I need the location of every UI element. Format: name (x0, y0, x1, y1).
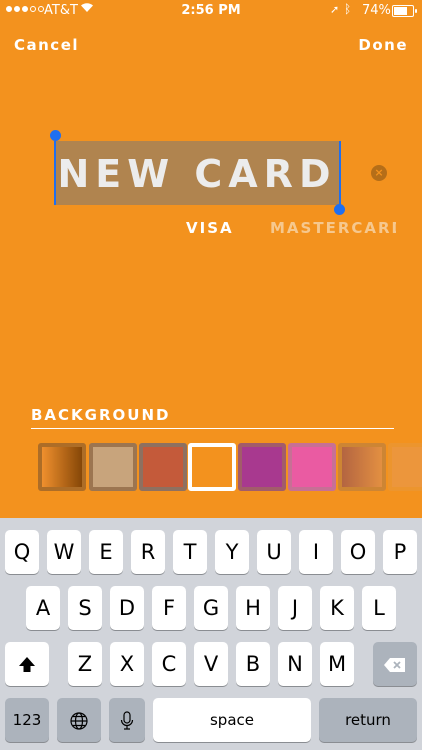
background-section-label: BACKGROUND (31, 406, 171, 424)
key-x[interactable]: X (110, 642, 144, 686)
swatch-7[interactable] (338, 443, 386, 491)
key-l[interactable]: L (362, 586, 396, 630)
done-button[interactable]: Done (358, 36, 408, 54)
card-title-field[interactable]: NEW CARD (55, 141, 339, 205)
key-z[interactable]: Z (68, 642, 102, 686)
status-bar: AT&T 2:56 PM ➚ ᛒ 74% (0, 0, 422, 22)
globe-icon (70, 712, 88, 730)
selection-end-handle[interactable] (334, 204, 345, 215)
brand-option-mastercard[interactable]: MASTERCARD (270, 219, 396, 237)
key-d[interactable]: D (110, 586, 144, 630)
key-j[interactable]: J (278, 586, 312, 630)
battery-icon (392, 5, 417, 17)
swatch-2[interactable] (89, 443, 137, 491)
swatch-3[interactable] (139, 443, 187, 491)
swatch-6[interactable] (288, 443, 336, 491)
section-divider (31, 428, 394, 429)
background-swatch-list (0, 443, 422, 491)
key-v[interactable]: V (194, 642, 228, 686)
clear-text-icon[interactable]: × (371, 165, 387, 181)
swatch-1[interactable] (38, 443, 86, 491)
bluetooth-icon: ᛒ (344, 2, 352, 16)
key-i[interactable]: I (299, 530, 333, 574)
swatch-4-selected[interactable] (188, 443, 236, 491)
status-time: 2:56 PM (181, 3, 241, 18)
key-t[interactable]: T (173, 530, 207, 574)
key-g[interactable]: G (194, 586, 228, 630)
shift-key[interactable] (5, 642, 49, 686)
key-k[interactable]: K (320, 586, 354, 630)
swatch-8[interactable] (388, 443, 422, 491)
return-key[interactable]: return (319, 698, 417, 742)
key-f[interactable]: F (152, 586, 186, 630)
globe-key[interactable] (57, 698, 101, 742)
key-h[interactable]: H (236, 586, 270, 630)
selection-end-caret (339, 141, 341, 209)
key-p[interactable]: P (383, 530, 417, 574)
key-w[interactable]: W (47, 530, 81, 574)
battery-percent: 74% (362, 3, 391, 18)
keyboard: Q W E R T Y U I O P A S D F G H J K L Z … (0, 518, 422, 750)
key-e[interactable]: E (89, 530, 123, 574)
key-n[interactable]: N (278, 642, 312, 686)
shift-icon (19, 657, 35, 672)
cancel-button[interactable]: Cancel (14, 36, 79, 54)
card-editor: AT&T 2:56 PM ➚ ᛒ 74% Cancel Done NEW CAR… (0, 0, 422, 518)
key-o[interactable]: O (341, 530, 375, 574)
key-b[interactable]: B (236, 642, 270, 686)
key-c[interactable]: C (152, 642, 186, 686)
key-q[interactable]: Q (5, 530, 39, 574)
key-s[interactable]: S (68, 586, 102, 630)
selection-start-handle[interactable] (50, 130, 61, 141)
key-r[interactable]: R (131, 530, 165, 574)
key-m[interactable]: M (320, 642, 354, 686)
microphone-icon (120, 711, 134, 730)
space-key[interactable]: space (153, 698, 311, 742)
selection-start-caret (54, 141, 56, 205)
key-y[interactable]: Y (215, 530, 249, 574)
brand-option-visa[interactable]: VISA (186, 219, 234, 237)
numbers-key[interactable]: 123 (5, 698, 49, 742)
backspace-icon (384, 658, 405, 672)
backspace-key[interactable] (373, 642, 417, 686)
dictation-key[interactable] (109, 698, 145, 742)
swatch-5[interactable] (238, 443, 286, 491)
key-u[interactable]: U (257, 530, 291, 574)
key-a[interactable]: A (26, 586, 60, 630)
location-icon: ➚ (330, 3, 340, 16)
